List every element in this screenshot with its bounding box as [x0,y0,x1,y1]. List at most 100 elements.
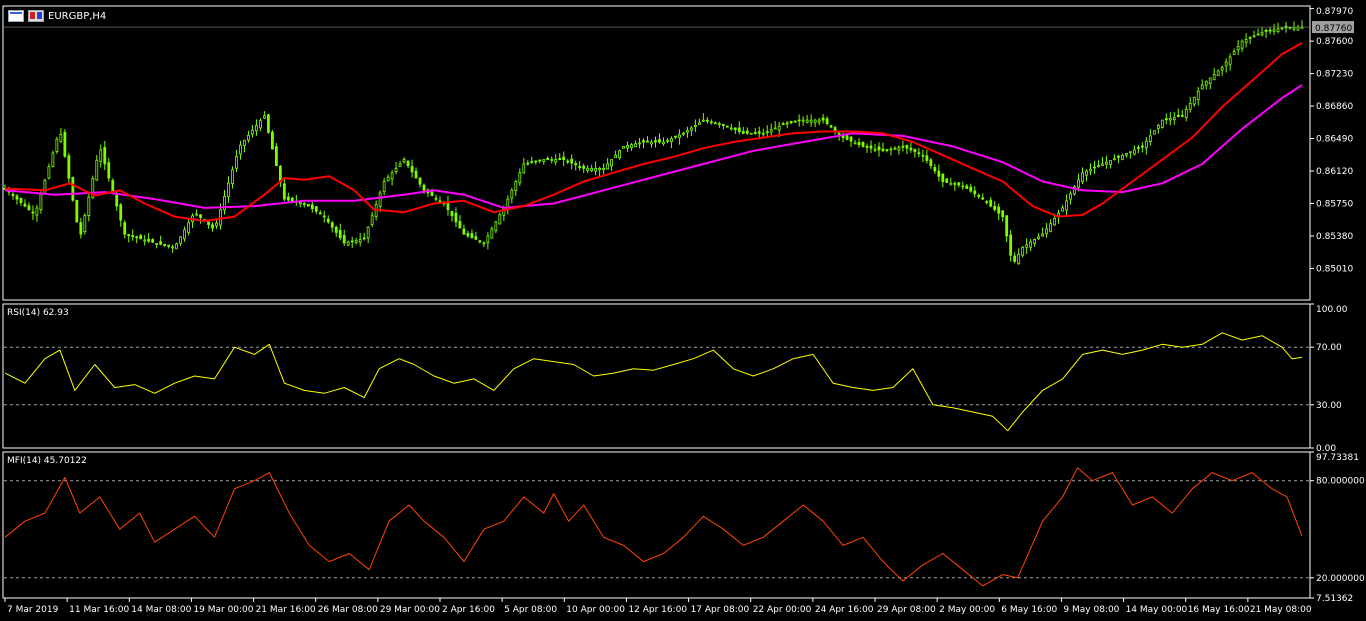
candle-body [1156,124,1160,129]
x-tick-label: 16 May 16:00 [1188,605,1250,615]
candle-body [709,121,713,124]
candle-body [697,122,701,125]
candle-body [1009,234,1013,256]
candle-body [837,132,841,135]
candle-body [674,135,677,138]
candle-body [538,159,542,162]
candle-body [558,158,562,160]
candle-body [270,131,274,150]
candle-body [829,125,833,128]
candle-body [526,162,530,165]
candle-body [781,123,785,126]
candle-body [1224,61,1228,67]
symbol-label: EURGBP,H4 [48,10,107,22]
y-tick-label: 20.000000 [1316,574,1365,584]
x-tick-label: 29 Apr 08:00 [877,605,936,615]
candle-body [450,210,454,217]
candle-body [71,177,75,201]
candle-body [729,127,733,130]
candle-body [1244,38,1248,43]
candle-body [199,214,202,218]
candle-body [969,186,973,192]
candle-body [394,167,398,172]
candle-body [1105,161,1108,165]
candle-body [777,125,781,131]
y-tick-label: 0.86120 [1316,167,1353,177]
candle-body [1037,236,1041,240]
candle-body [1220,67,1224,71]
candle-body [1132,149,1136,155]
x-tick-label: 17 Apr 08:00 [691,605,750,615]
candle-body [546,157,550,160]
candle-body [462,228,466,235]
candle-body [382,181,386,193]
candle-body [1160,119,1164,128]
candle-body [981,197,985,200]
candle-body [933,167,937,172]
candle-body [733,127,737,131]
trading-chart[interactable]: 0.87970 0.87600 0.87230 0.86860 0.86490 0.861… [0,0,1366,621]
candle-body [965,185,969,189]
candle-body [542,159,546,162]
candle-body [1168,117,1172,121]
candle-body [87,196,91,216]
candle-body [430,191,434,196]
y-tick-label: 0.85380 [1316,232,1353,242]
candle-body [1065,200,1068,211]
candle-body [865,145,869,148]
candle-body [1029,241,1033,248]
candle-body [1101,163,1104,167]
candle-body [921,154,925,157]
candle-body [11,193,15,196]
candle-body [1264,29,1268,32]
candle-body [1109,160,1112,165]
candle-body [610,159,613,167]
candle-body [522,163,526,174]
candle-body [1180,114,1184,117]
candle-body [590,167,594,171]
candle-body [646,140,649,143]
candle-body [235,156,238,169]
candle-body [1085,170,1088,176]
candle-body [1292,27,1296,30]
candle-body [151,239,155,243]
candle-body [586,167,590,171]
candle-body [694,124,697,128]
candle-body [961,185,965,188]
candle-body [909,147,913,151]
candle-body [1089,168,1092,172]
candle-body [857,142,861,146]
candle-body [793,120,797,123]
x-tick-label: 5 Apr 08:00 [504,605,557,615]
candle-body [1136,147,1140,149]
x-tick-label: 29 Mar 00:00 [380,605,440,615]
candle-body [1033,239,1037,244]
candle-body [749,132,753,135]
candle-body [1005,215,1009,237]
candle-body [414,170,418,179]
candle-body [422,184,426,191]
candle-body [107,162,111,179]
indicator-title: RSI(14) 62.93 [7,308,69,318]
y-tick-label: 30.00 [1316,401,1342,411]
candle-body [15,195,19,200]
candle-body [502,207,506,216]
currency-flag-icon [28,10,44,22]
candle-body [1280,27,1284,30]
x-tick-label: 12 Apr 16:00 [628,605,687,615]
candle-body [386,176,390,182]
candle-body [1204,81,1208,86]
y-tick-label: 0.86490 [1316,135,1353,145]
candle-body [239,144,242,155]
candle-body [1041,233,1044,237]
current-price-label: 0.87760 [1315,24,1352,34]
candle-body [797,119,801,122]
x-tick-label: 10 Apr 00:00 [566,605,625,615]
candle-body [179,236,182,244]
candle-body [881,148,885,152]
candle-body [310,204,314,210]
candle-body [458,221,462,229]
chart-window-icon[interactable] [8,10,24,22]
candle-body [789,120,793,124]
candle-body [111,180,115,193]
